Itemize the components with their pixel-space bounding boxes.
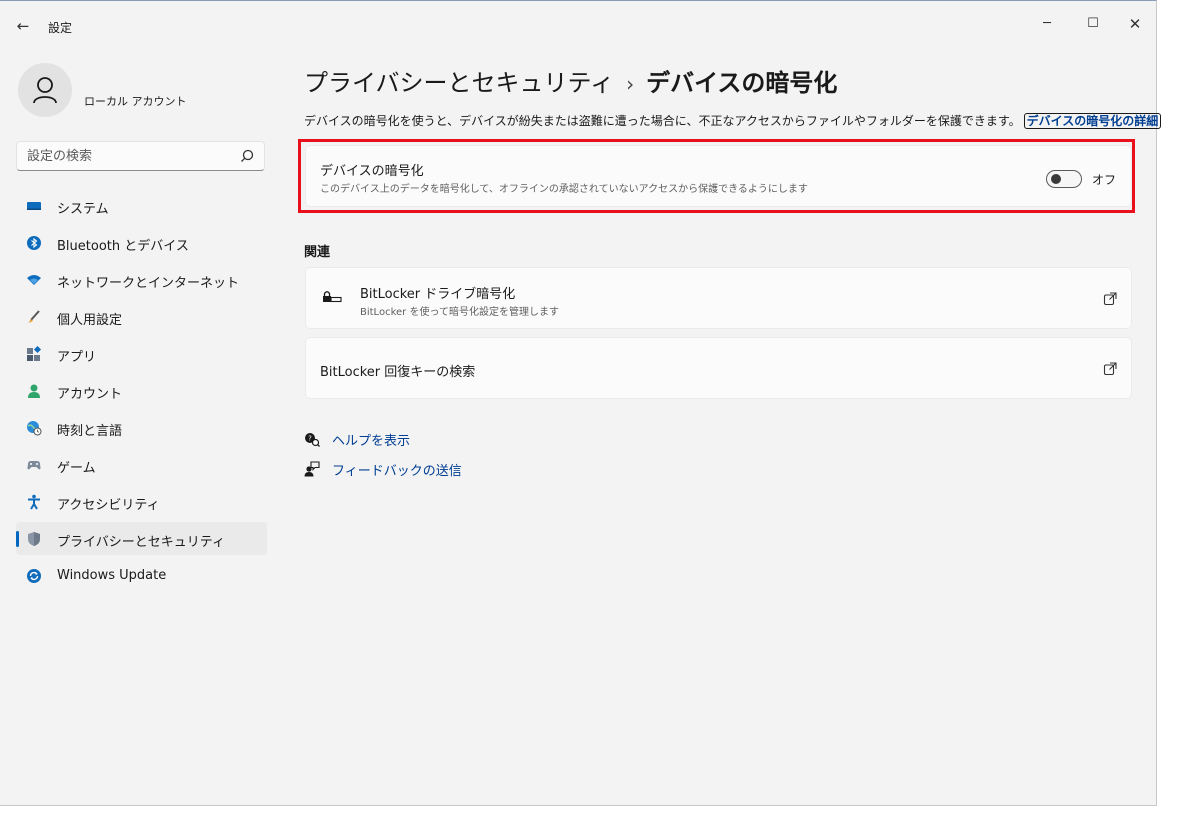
external-link-icon[interactable] [1103,292,1117,306]
breadcrumb-separator: › [626,72,635,96]
gamepad-icon [27,461,41,470]
bitlocker-recovery-key-card[interactable]: BitLocker 回復キーの検索 [305,337,1132,399]
title-bar: ← 設定 ─ ☐ ✕ [0,1,1156,47]
sidebar-item-label: 時刻と言語 [57,424,123,439]
sidebar-item-label: ネットワークとインターネット [57,276,240,291]
settings-window: ← 設定 ─ ☐ ✕ ローカル アカウント システム [0,0,1162,806]
update-icon [27,569,41,583]
bluetooth-icon [27,236,41,250]
globe-clock-icon [27,421,42,436]
maximize-button[interactable]: ☐ [1078,11,1108,37]
sidebar-item-label: Bluetooth とデバイス [57,239,189,254]
apps-icon [27,346,42,361]
highlight-annotation [298,139,1135,213]
sidebar-item-label: アカウント [57,387,123,402]
sidebar-item-label: アプリ [57,350,97,365]
sidebar-item-accessibility[interactable]: アクセシビリティ [16,485,267,518]
external-link-icon[interactable] [1103,362,1117,376]
selected-indicator [16,531,19,547]
sidebar-item-bluetooth[interactable]: Bluetooth とデバイス [16,226,267,259]
description-text: デバイスの暗号化を使うと、デバイスが紛失または盗難に遭った場合に、不正なアクセス… [304,114,1021,128]
recovery-key-card-title: BitLocker 回復キーの検索 [320,365,476,380]
feedback-link-label: フィードバックの送信 [332,463,462,479]
shield-icon [28,532,40,546]
minimize-button[interactable]: ─ [1032,11,1062,37]
back-arrow-icon: ← [16,17,30,35]
bitlocker-drive-encryption-card[interactable]: BitLocker ドライブ暗号化 BitLocker を使って暗号化設定を管理… [305,267,1132,329]
sidebar-item-label: プライバシーとセキュリティ [57,535,225,550]
sidebar-item-label: Windows Update [57,568,167,583]
person-icon [33,77,57,104]
feedback-link[interactable]: フィードバックの送信 [304,459,462,479]
help-icon: ? [305,433,320,447]
sidebar-item-time-language[interactable]: 時刻と言語 [16,411,267,444]
related-heading: 関連 [304,245,331,260]
wifi-icon [27,275,41,285]
breadcrumb-parent[interactable]: プライバシーとセキュリティ [304,69,614,97]
learn-more-link[interactable]: デバイスの暗号化の詳細 [1023,113,1162,129]
sidebar-item-label: システム [57,202,109,217]
help-link[interactable]: ? ヘルプを表示 [304,429,410,449]
sidebar-item-gaming[interactable]: ゲーム [16,448,267,481]
sidebar-item-network[interactable]: ネットワークとインターネット [16,263,267,296]
sidebar-nav: システム Bluetooth とデバイス ネットワークとインターネット 個人用設… [16,189,267,596]
svg-text:?: ? [308,435,312,443]
account-profile[interactable]: ローカル アカウント [18,63,258,123]
sidebar-item-windows-update[interactable]: Windows Update [16,559,267,592]
account-icon [28,384,40,398]
search-input[interactable] [17,142,252,170]
feedback-icon [304,461,320,477]
breadcrumb: プライバシーとセキュリティ › デバイスの暗号化 [304,63,837,98]
bitlocker-icon [323,291,342,303]
brush-icon [28,310,40,323]
monitor-icon [27,202,41,210]
help-link-label: ヘルプを表示 [332,433,411,449]
sidebar-item-label: ゲーム [57,461,96,476]
account-name: ローカル アカウント [84,95,187,108]
sidebar-item-label: 個人用設定 [57,313,123,328]
page-description: デバイスの暗号化を使うと、デバイスが紛失または盗難に遭った場合に、不正なアクセス… [304,112,1162,129]
page-title: デバイスの暗号化 [646,69,838,97]
settings-search[interactable] [16,141,265,171]
sidebar-item-label: アクセシビリティ [57,498,160,513]
close-button[interactable]: ✕ [1120,11,1150,37]
app-title: 設定 [48,21,73,35]
avatar [18,63,72,117]
accessibility-icon [28,494,40,510]
search-icon[interactable] [240,149,254,163]
sidebar-item-accounts[interactable]: アカウント [16,374,267,407]
sidebar-item-apps[interactable]: アプリ [16,337,267,370]
bitlocker-card-subtitle: BitLocker を使って暗号化設定を管理します [360,307,559,318]
bitlocker-card-title: BitLocker ドライブ暗号化 [360,287,516,302]
sidebar-item-system[interactable]: システム [16,189,267,222]
sidebar-item-privacy-security[interactable]: プライバシーとセキュリティ [16,522,267,555]
sidebar-item-personalization[interactable]: 個人用設定 [16,300,267,333]
back-button[interactable]: ← [14,17,32,35]
